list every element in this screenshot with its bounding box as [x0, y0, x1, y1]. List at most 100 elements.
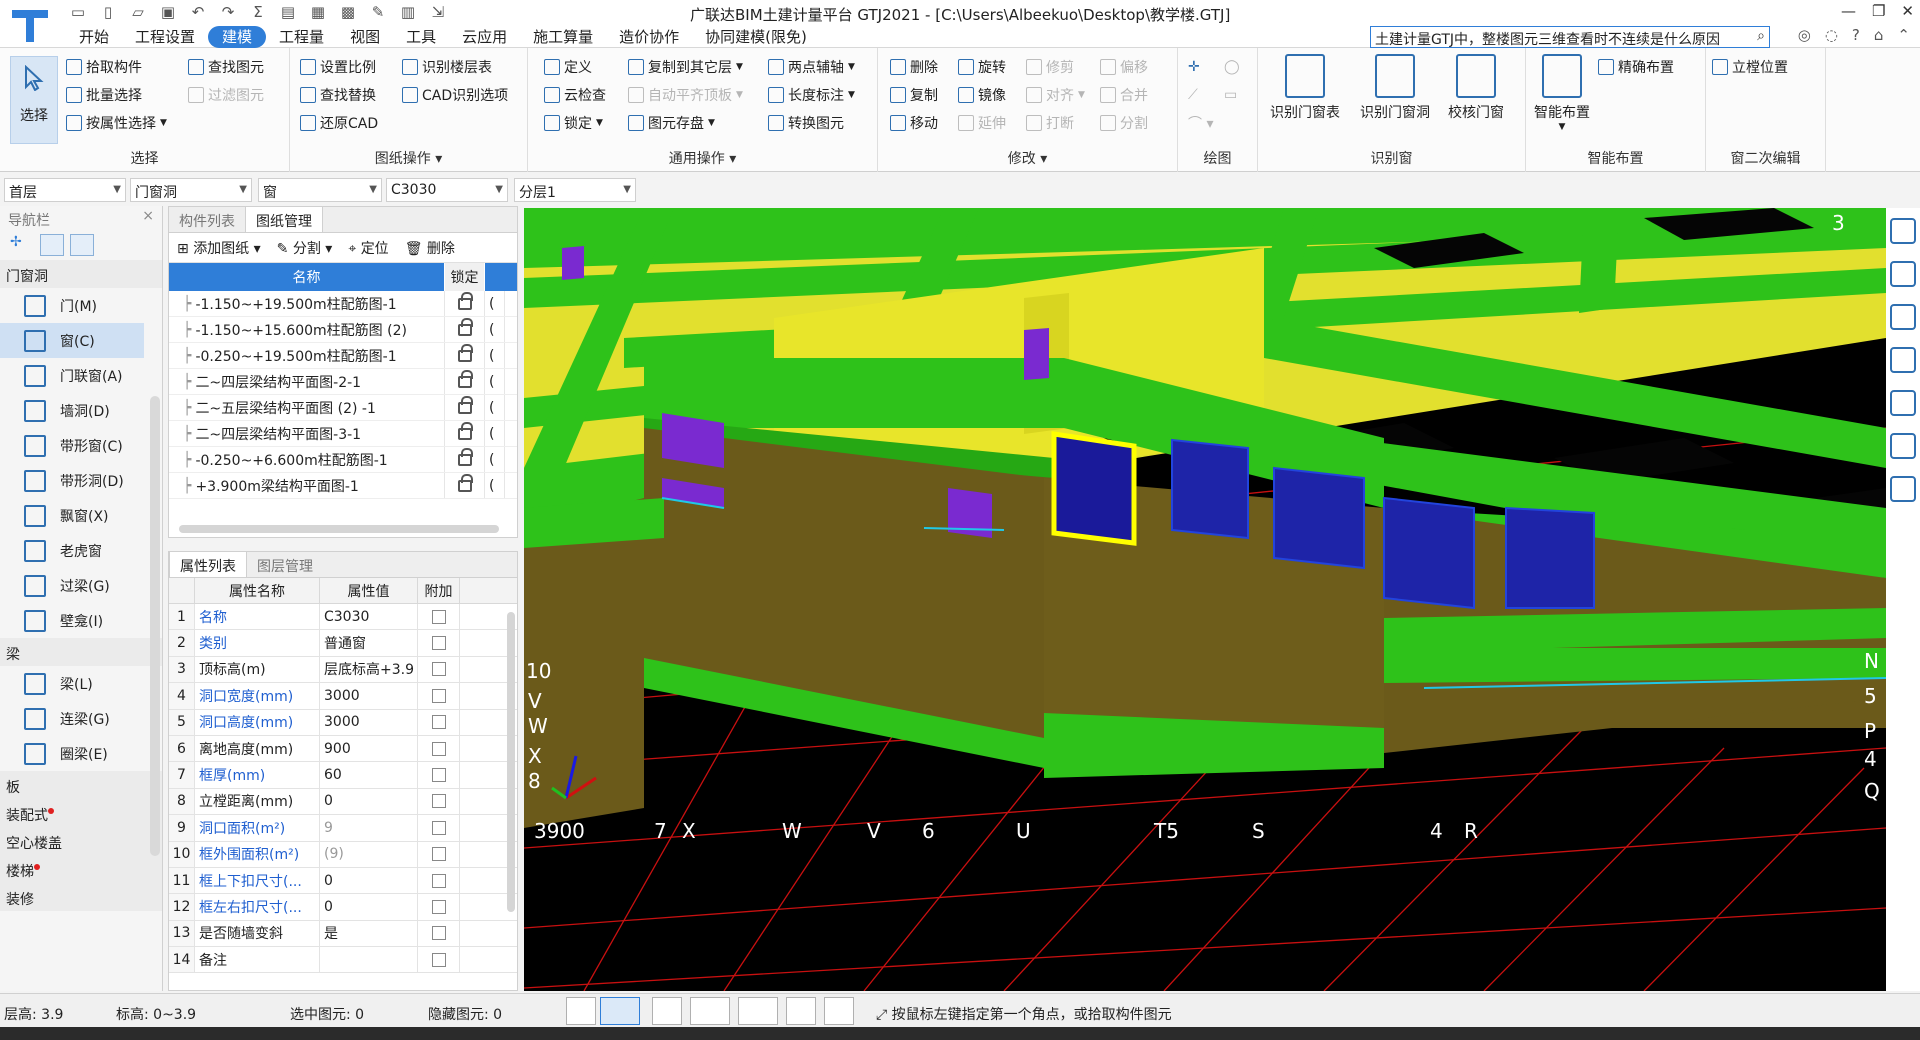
attach-cell[interactable]	[418, 815, 460, 841]
attach-checkbox[interactable]	[431, 662, 446, 677]
restore-icon[interactable]: ❐	[1872, 2, 1885, 20]
locate-drawing-button[interactable]: ⌖ 定位	[348, 238, 388, 258]
property-value[interactable]: 0	[320, 788, 418, 815]
set-scale-button[interactable]: 设置比例	[300, 56, 376, 78]
property-row[interactable]: 4 洞口宽度(mm) 3000	[169, 683, 517, 710]
tab-drawing-management[interactable]: 图纸管理	[245, 207, 323, 232]
table-row[interactable]: ┝ 二~五层梁结构平面图 (2) -1 (	[169, 395, 517, 421]
property-row[interactable]: 11 框上下扣尺寸(... 0	[169, 867, 517, 895]
nav-category-stairs[interactable]: 楼梯	[0, 855, 162, 883]
cad-options-button[interactable]: CAD识别选项	[402, 84, 508, 106]
chat-icon[interactable]: ◌	[1825, 26, 1838, 44]
property-row[interactable]: 5 洞口高度(mm) 3000	[169, 709, 517, 736]
select-by-property-button[interactable]: 按属性选择 ▼	[66, 112, 167, 134]
tab-start[interactable]: 开始	[66, 26, 122, 48]
column-icon[interactable]: ▥	[396, 2, 420, 22]
attach-checkbox[interactable]	[431, 768, 446, 783]
save-icon[interactable]: ▣	[156, 2, 180, 22]
precise-layout-button[interactable]: 精确布置	[1598, 56, 1674, 78]
edit-icon[interactable]: ✎	[366, 2, 390, 22]
property-value[interactable]: 9	[320, 815, 418, 841]
component-select[interactable]: C3030 ▼	[386, 178, 508, 202]
home-icon[interactable]: ⌂	[1874, 26, 1884, 44]
property-view-icon[interactable]	[1890, 476, 1916, 502]
restore-cad-button[interactable]: 还原CAD	[300, 112, 378, 134]
table-row[interactable]: ┝ -1.150~+19.500m柱配筋图-1 (	[169, 291, 517, 317]
property-row[interactable]: 12 框左右扣尺寸(... 0	[169, 894, 517, 921]
nav-item-door-window[interactable]: 门联窗(A)	[0, 358, 162, 393]
open-folder-icon[interactable]: ▱	[126, 2, 150, 22]
nav-item-beam[interactable]: 梁(L)	[0, 666, 162, 701]
property-value[interactable]	[320, 947, 418, 973]
tab-quantities[interactable]: 工程量	[266, 26, 337, 48]
3d-model-view[interactable]: 3900 7 X W V 6 U T5 S 4 R N 5 P 4 Q 10 V…	[524, 208, 1886, 991]
lock-cell[interactable]	[445, 473, 485, 498]
attach-checkbox[interactable]	[431, 794, 446, 809]
define-button[interactable]: 定义	[544, 56, 592, 78]
arc-draw-button[interactable]: ⌒ ▾	[1188, 112, 1213, 134]
display-toggle[interactable]	[786, 997, 816, 1025]
nav-category-openings[interactable]: 门窗洞	[0, 260, 162, 288]
property-value[interactable]: 0	[320, 894, 418, 920]
nav-item-ring-beam[interactable]: 圈梁(E)	[0, 736, 162, 771]
attach-checkbox[interactable]	[431, 873, 446, 888]
floor-select[interactable]: 首层 ▼	[4, 178, 126, 202]
align-button[interactable]: 对齐 ▼	[1026, 84, 1085, 106]
frame-position-button[interactable]: 立樘位置	[1712, 56, 1788, 78]
attach-cell[interactable]	[418, 735, 460, 762]
redo-icon[interactable]: ↷	[216, 2, 240, 22]
nav-item-dormer[interactable]: 老虎窗	[0, 533, 162, 568]
table-row[interactable]: ┝ -0.250~+6.600m柱配筋图-1 (	[169, 447, 517, 473]
split-drawing-button[interactable]: ✎ 分割 ▾	[277, 238, 333, 258]
delete-drawing-button[interactable]: 🗑 删除	[405, 238, 455, 258]
recognize-window-table-button[interactable]: 识别门窗表	[1270, 54, 1340, 122]
type-select[interactable]: 窗 ▼	[258, 178, 382, 202]
property-row[interactable]: 8 立樘距离(mm) 0	[169, 788, 517, 816]
split-button[interactable]: 分割	[1100, 112, 1148, 134]
recognize-floor-table-button[interactable]: 识别楼层表	[402, 56, 492, 78]
length-dimension-button[interactable]: 长度标注 ▼	[768, 84, 855, 106]
property-value[interactable]: 900	[320, 735, 418, 762]
attach-checkbox[interactable]	[431, 636, 446, 651]
tab-cloud[interactable]: 云应用	[449, 26, 520, 48]
two-point-axis-button[interactable]: 两点辅轴 ▼	[768, 56, 855, 78]
attach-checkbox[interactable]	[431, 688, 446, 703]
3d-solid-icon[interactable]	[1890, 347, 1916, 373]
recognize-window-opening-button[interactable]: 识别门窗洞	[1360, 54, 1430, 122]
lock-cell[interactable]	[445, 447, 485, 472]
copy-button[interactable]: 复制	[890, 84, 938, 106]
attach-checkbox[interactable]	[431, 847, 446, 862]
filter-element-button[interactable]: 过滤图元	[188, 84, 264, 106]
attach-cell[interactable]	[418, 947, 460, 973]
help-icon[interactable]: ?	[1852, 26, 1860, 44]
nav-item-coupling-beam[interactable]: 连梁(G)	[0, 701, 162, 736]
property-value[interactable]: C3030	[320, 604, 418, 630]
line-draw-button[interactable]: ⟋	[1188, 84, 1198, 106]
move-button[interactable]: 移动	[890, 112, 938, 134]
close-icon[interactable]: ×	[142, 208, 154, 224]
attach-cell[interactable]	[418, 656, 460, 683]
undo-icon[interactable]: ↶	[186, 2, 210, 22]
dimension-toggle[interactable]	[738, 997, 778, 1025]
tab-view[interactable]: 视图	[337, 26, 393, 48]
property-value[interactable]: (9)	[320, 841, 418, 867]
merge-button[interactable]: 合并	[1100, 84, 1148, 106]
cross-snap-toggle[interactable]	[652, 997, 682, 1025]
nav-item-lintel[interactable]: 过梁(G)	[0, 568, 162, 603]
common-ops-label[interactable]: 通用操作 ▾	[528, 148, 877, 168]
attach-cell[interactable]	[418, 630, 460, 656]
property-row[interactable]: 10 框外围面积(m²) (9)	[169, 841, 517, 868]
mirror-button[interactable]: 镜像	[958, 84, 1006, 106]
nav-item-bay-window[interactable]: 飘窗(X)	[0, 498, 162, 533]
nav-item-door[interactable]: 门(M)	[0, 288, 162, 323]
point-draw-button[interactable]: ✛	[1188, 56, 1200, 78]
save-element-button[interactable]: 图元存盘 ▼	[628, 112, 715, 134]
check-window-button[interactable]: 校核门窗	[1448, 54, 1504, 122]
new-file-icon[interactable]: ▭	[66, 2, 90, 22]
3d-viewport[interactable]: 3900 7 X W V 6 U T5 S 4 R N 5 P 4 Q 10 V…	[524, 208, 1886, 991]
lock-cell[interactable]	[445, 369, 485, 394]
property-row[interactable]: 1 名称 C3030	[169, 604, 517, 631]
lock-cell[interactable]	[445, 421, 485, 446]
property-row[interactable]: 9 洞口面积(m²) 9	[169, 815, 517, 842]
fullscreen-icon[interactable]	[1890, 390, 1916, 416]
